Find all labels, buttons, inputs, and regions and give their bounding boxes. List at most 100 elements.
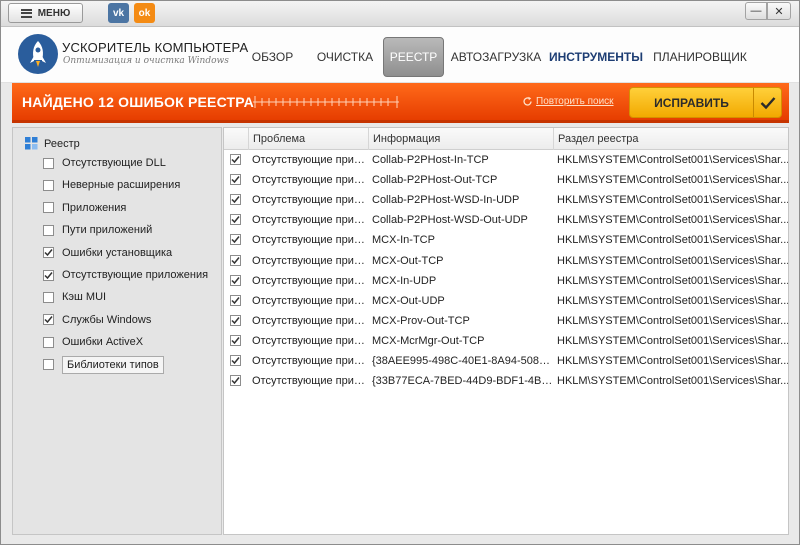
hamburger-icon [20, 8, 32, 18]
cell-registry-key: HKLM\SYSTEM\ControlSet001\Services\Shar.… [557, 334, 789, 347]
tab-scheduler[interactable]: ПЛАНИРОВЩИК [649, 37, 751, 77]
tree-item-checkbox[interactable] [43, 269, 54, 281]
cell-problem: Отсутствующие прил... [252, 274, 368, 287]
tree-item-checkbox[interactable] [43, 224, 54, 236]
tree-item-checkbox[interactable] [43, 247, 54, 259]
tab-tools[interactable]: ИНСТРУМЕНТЫ [548, 37, 644, 77]
row-checkbox[interactable] [230, 355, 241, 366]
tree-item[interactable]: Приложения [43, 198, 126, 218]
row-checkbox[interactable] [230, 214, 241, 226]
tree-item-checkbox[interactable] [43, 202, 54, 214]
tree-item[interactable]: Ошибки установщика [43, 243, 172, 263]
cell-problem: Отсутствующие прил... [252, 174, 368, 187]
tree-item[interactable]: Отсутствующие приложения [43, 265, 208, 285]
table-row[interactable]: Отсутствующие прил... MCX-In-UDP HKLM\SYST… [224, 271, 788, 291]
brand-subtitle: Оптимизация и очистка Windows [63, 56, 229, 66]
minimize-button[interactable]: — [745, 2, 767, 20]
cell-problem: Отсутствующие прил... [252, 355, 368, 367]
row-checkbox[interactable] [230, 294, 241, 306]
cell-info: MCX-Out-TCP [372, 254, 444, 267]
cell-info: Collab-P2PHost-WSD-Out-UDP [372, 214, 528, 227]
tree-root-registry[interactable]: Реестр [25, 137, 80, 150]
cell-registry-key: HKLM\SYSTEM\ControlSet001\Services\Shar.… [557, 234, 789, 247]
tab-registry[interactable]: РЕЕСТР [383, 37, 444, 77]
vk-button[interactable]: vk [108, 3, 129, 23]
table-row[interactable]: Отсутствующие прил... MCX-In-TCP HKLM\SYST… [224, 230, 788, 250]
cell-registry-key: HKLM\SYSTEM\ControlSet001\Services\Shar.… [557, 355, 789, 367]
cell-info: Collab-P2PHost-WSD-In-UDP [372, 194, 520, 207]
repeat-search-link[interactable]: Повторить поиск [522, 96, 614, 107]
row-checkbox[interactable] [230, 274, 241, 286]
tree-item-checkbox[interactable] [43, 336, 54, 348]
menu-label: МЕНЮ [37, 7, 71, 19]
tree-item-checkbox[interactable] [43, 157, 54, 169]
column-header-problem[interactable]: Проблема [248, 128, 368, 150]
odnoklassniki-icon: ok [138, 7, 151, 19]
table-row[interactable]: Отсутствующие прил... MCX-McrMgr-Out-TCP H… [224, 331, 788, 351]
table-row[interactable]: Отсутствующие прил... {33B77ECA-7BED-44D9… [224, 371, 788, 391]
repeat-search-label: Повторить поиск [536, 96, 614, 107]
row-checkbox[interactable] [230, 254, 241, 266]
registry-icon [25, 137, 38, 150]
cell-info: {38AEE995-498C-40E1-8A94-50879... [372, 355, 553, 367]
fix-button[interactable]: ИСПРАВИТЬ [629, 87, 782, 118]
registry-issues-table: Проблема Информация Раздел реестра Отсут… [223, 127, 789, 535]
tree-item-label: Неверные расширения [62, 179, 181, 192]
table-row[interactable]: Отсутствующие прил... MCX-Out-TCP HKLM\SYS… [224, 251, 788, 271]
cell-problem: Отсутствующие прил... [252, 334, 368, 347]
odnoklassniki-button[interactable]: ok [134, 3, 155, 23]
table-row[interactable]: Отсутствующие прил... Collab-P2PHost-Out-… [224, 170, 788, 190]
tree-item-checkbox[interactable] [43, 314, 54, 326]
errors-found-title: НАЙДЕНО 12 ОШИБОК РЕЕСТРА [22, 94, 254, 110]
cell-info: Collab-P2PHost-Out-TCP [372, 174, 498, 187]
table-row[interactable]: Отсутствующие прил... {38AEE995-498C-40E1… [224, 351, 788, 371]
table-header: Проблема Информация Раздел реестра [224, 128, 788, 150]
cell-problem: Отсутствующие прил... [252, 254, 368, 267]
brand-title: УСКОРИТЕЛЬ КОМПЬЮТЕРА [62, 40, 249, 55]
cell-info: MCX-Prov-Out-TCP [372, 314, 470, 327]
tree-item[interactable]: Ошибки ActiveX [43, 332, 143, 352]
row-checkbox[interactable] [230, 174, 241, 186]
cell-problem: Отсутствующие прил... [252, 214, 368, 227]
tree-item[interactable]: Библиотеки типов [43, 355, 164, 375]
menu-button[interactable]: МЕНЮ [8, 3, 83, 23]
cell-registry-key: HKLM\SYSTEM\ControlSet001\Services\Shar.… [557, 214, 789, 227]
tree-item[interactable]: Неверные расширения [43, 175, 180, 195]
tree-item-label: Службы Windows [62, 313, 152, 326]
row-checkbox[interactable] [230, 375, 241, 387]
table-row[interactable]: Отсутствующие прил... Collab-P2PHost-WSD-… [224, 210, 788, 230]
tab-cleanup[interactable]: ОЧИСТКА [312, 37, 378, 77]
header: УСКОРИТЕЛЬ КОМПЬЮТЕРА Оптимизация и очис… [1, 27, 799, 83]
table-row[interactable]: Отсутствующие прил... MCX-Prov-Out-TCP HKL… [224, 311, 788, 331]
cell-registry-key: HKLM\SYSTEM\ControlSet001\Services\Shar.… [557, 174, 789, 187]
tree-item-label: Пути приложений [62, 224, 153, 237]
column-header-registry-key[interactable]: Раздел реестра [553, 128, 788, 150]
close-button[interactable]: ✕ [767, 2, 791, 20]
cell-registry-key: HKLM\SYSTEM\ControlSet001\Services\Shar.… [557, 375, 789, 388]
row-checkbox[interactable] [230, 154, 241, 165]
column-header-info[interactable]: Информация [368, 128, 553, 150]
tree-item-checkbox[interactable] [43, 291, 54, 303]
row-checkbox[interactable] [230, 334, 241, 346]
tab-autostart[interactable]: АВТОЗАГРУЗКА [450, 37, 542, 77]
tree-item[interactable]: Отсутствующие DLL [43, 153, 166, 173]
tree-item[interactable]: Службы Windows [43, 310, 151, 330]
tree-item-checkbox[interactable] [43, 359, 54, 371]
tab-overview[interactable]: ОБЗОР [244, 37, 301, 77]
table-row[interactable]: Отсутствующие прил... Collab-P2PHost-WSD-… [224, 190, 788, 210]
tree-item-checkbox[interactable] [43, 179, 54, 191]
tree-item-label: Кэш MUI [62, 291, 107, 304]
tree-item[interactable]: Кэш MUI [43, 287, 106, 307]
rocket-logo-icon [18, 34, 58, 74]
cell-info: MCX-In-UDP [372, 274, 437, 287]
table-row[interactable]: Отсутствующие прил... MCX-Out-UDP HKLM\SYS… [224, 291, 788, 311]
row-checkbox[interactable] [230, 194, 241, 206]
tree-item-label: Библиотеки типов [62, 355, 164, 374]
row-checkbox[interactable] [230, 314, 241, 326]
cell-info: {33B77ECA-7BED-44D9-BDF1-4BDD2... [372, 375, 553, 388]
table-row[interactable]: Отсутствующие прил... Collab-P2PHost-In-T… [224, 150, 788, 170]
row-checkbox[interactable] [230, 234, 241, 246]
tree-root-label: Реестр [44, 137, 80, 150]
tree-item[interactable]: Пути приложений [43, 220, 152, 240]
header-select-column [224, 128, 248, 150]
